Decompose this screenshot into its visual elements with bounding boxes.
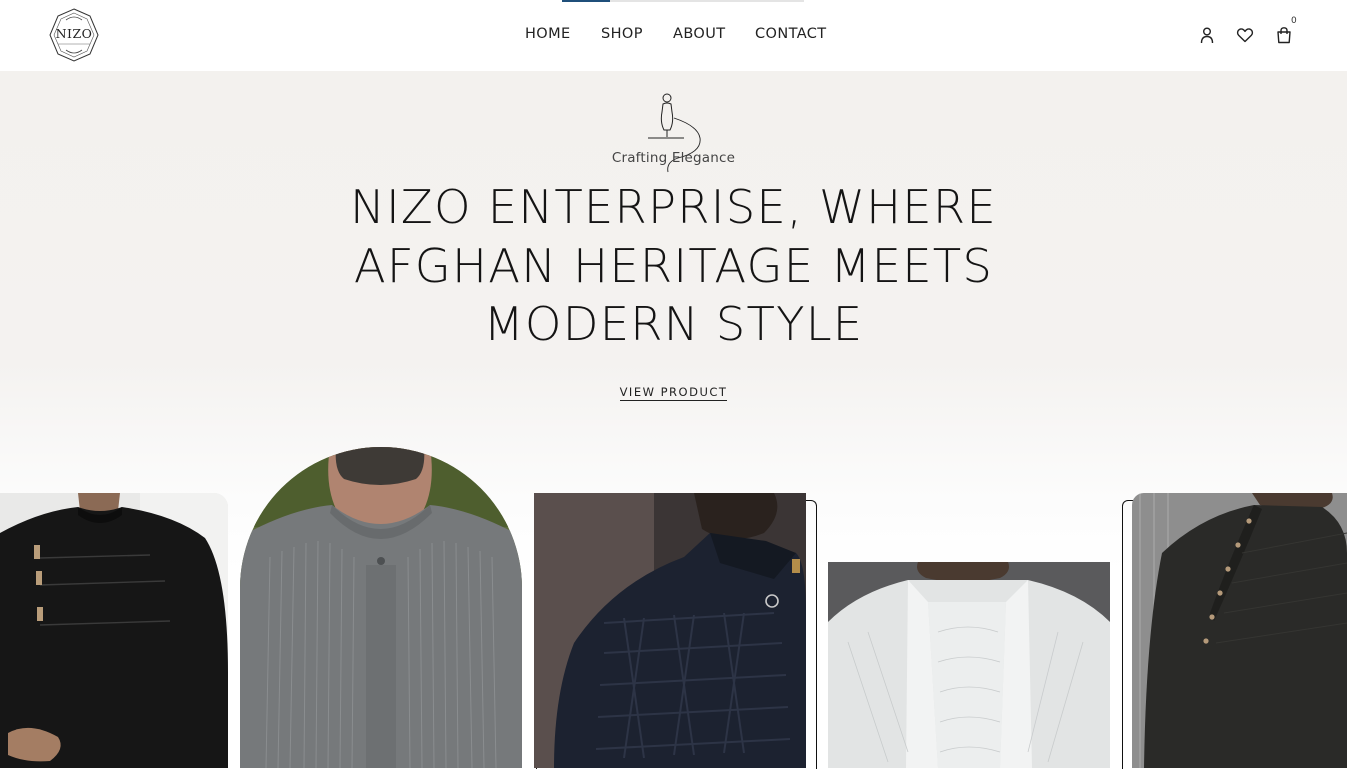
- product-image-black-side-button-kurta[interactable]: [1132, 493, 1347, 768]
- nav-item-contact[interactable]: CONTACT: [755, 26, 827, 42]
- top-progress-bar: [562, 0, 804, 2]
- hero-tagline: Crafting Elegance: [611, 150, 736, 166]
- nav-item-about[interactable]: ABOUT: [673, 26, 726, 42]
- heart-icon[interactable]: [1235, 25, 1255, 45]
- shopping-bag-icon[interactable]: [1274, 25, 1294, 45]
- nav-item-shop[interactable]: SHOP: [601, 26, 643, 42]
- nav-item-home[interactable]: HOME: [525, 26, 571, 42]
- cta-wrapper: VIEW PRODUCT: [0, 381, 1347, 401]
- main-nav: HOME SHOP ABOUT CONTACT: [0, 26, 1347, 46]
- product-image-grey-kurta[interactable]: [240, 447, 522, 768]
- cart-count-badge: 0: [1291, 16, 1297, 26]
- headline-line: NIZO ENTERPRISE, WHERE: [350, 180, 997, 234]
- top-progress-fill: [562, 0, 611, 2]
- site-header: NIZO HOME SHOP ABOUT CONTACT 0: [0, 0, 1347, 71]
- product-image-black-kurta[interactable]: [0, 493, 228, 768]
- user-icon[interactable]: [1197, 25, 1217, 45]
- product-image-white-sherwani[interactable]: [828, 562, 1110, 768]
- hero-headline: NIZO ENTERPRISE, WHERE AFGHAN HERITAGE M…: [0, 178, 1347, 354]
- view-product-link[interactable]: VIEW PRODUCT: [619, 385, 728, 401]
- headline-line: AFGHAN HERITAGE MEETS: [353, 238, 994, 293]
- product-image-navy-jacket[interactable]: [534, 493, 806, 768]
- headline-line: MODERN STYLE: [483, 297, 864, 351]
